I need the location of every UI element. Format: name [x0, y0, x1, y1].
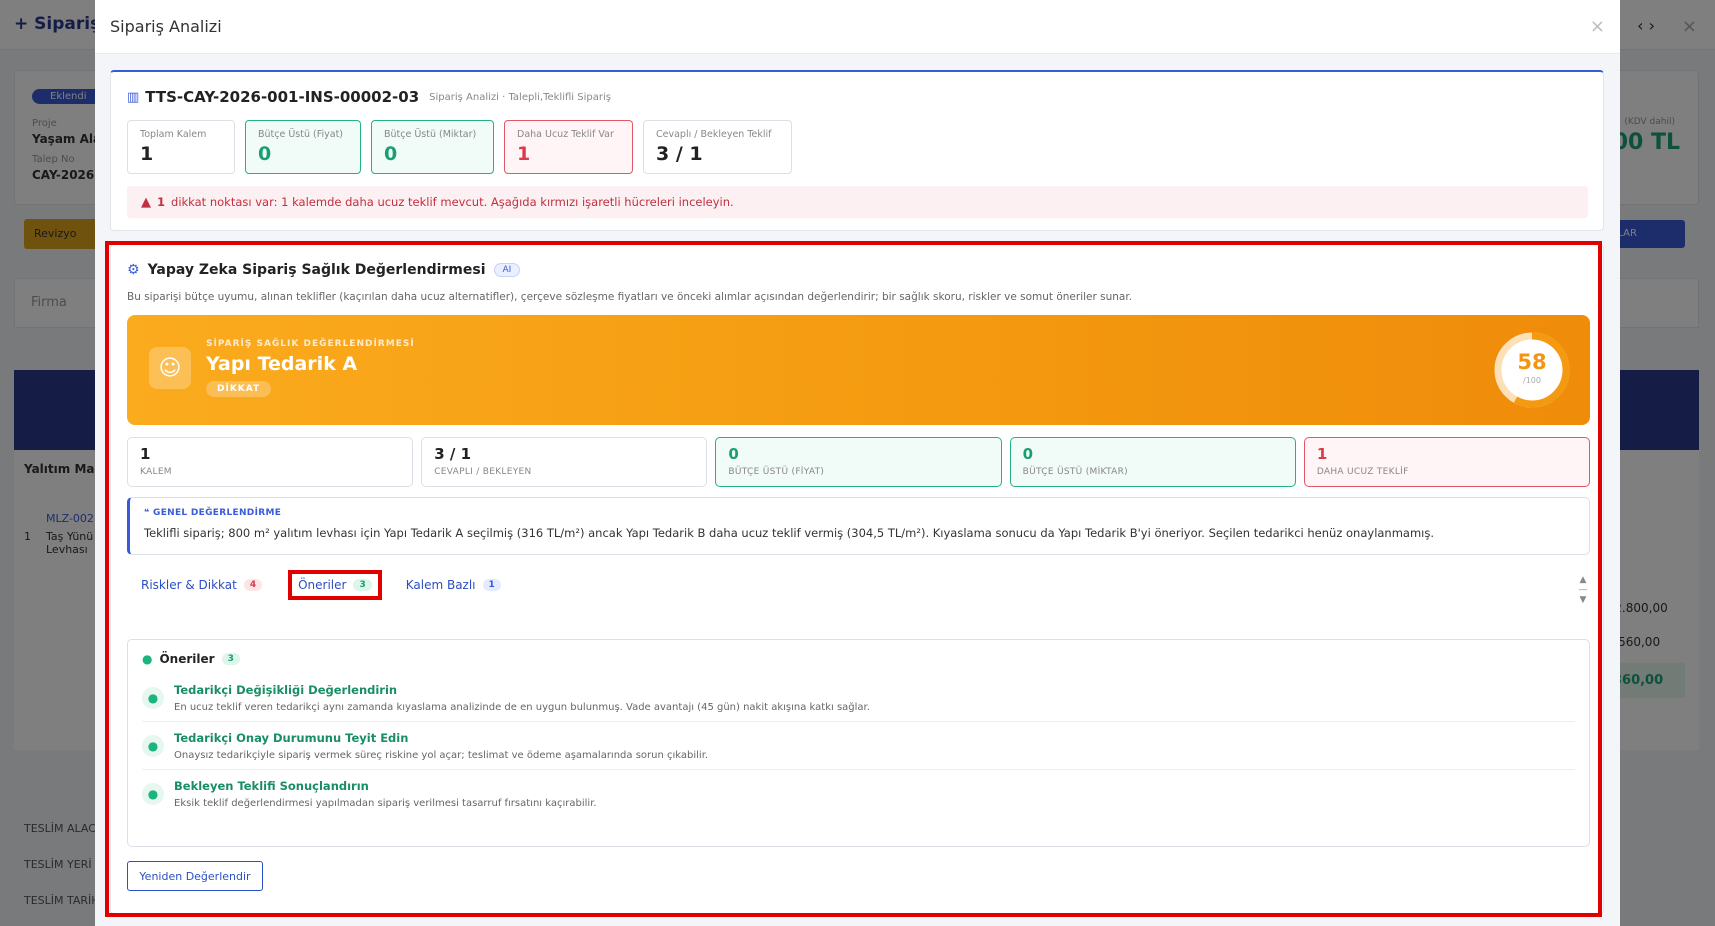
ai-description: Bu siparişi bütçe uyumu, alınan teklifle… [127, 291, 1133, 303]
score-max: /100 [1523, 376, 1541, 385]
kpi-value: 0 [258, 143, 272, 165]
tab-risks[interactable]: Riskler & Dikkat 4 [127, 570, 276, 600]
scroll-up-icon[interactable]: ▲ [1577, 575, 1589, 585]
kpi-label: Bütçe Üstü (Fiyat) [258, 129, 344, 140]
ai-title-row: ⚙ Yapay Zeka Sipariş Sağlık Değerlendirm… [127, 262, 521, 278]
recommendation-title: Bekleyen Teklifi Sonuçlandırın [174, 779, 369, 793]
stat-label: BÜTÇE ÜSTÜ (FİYAT) [728, 467, 825, 477]
order-summary-card: ▥ TTS-CAY-2026-001-INS-00002-03 Sipariş … [110, 70, 1604, 231]
kpi-label: Daha Ucuz Teklif Var [517, 129, 614, 140]
stat-over-budget-price: 0 BÜTÇE ÜSTÜ (FİYAT) [715, 437, 1002, 487]
kpi-value: 3 / 1 [656, 143, 703, 165]
stat-value: 1 [1316, 445, 1328, 463]
stat-label: KALEM [140, 467, 172, 477]
banner-supplier: Yapı Tedarik A [206, 353, 358, 375]
list-item: ● Tedarikçi Onay Durumunu Teyit Edin Ona… [142, 722, 1575, 770]
modal-header: Sipariş Analizi × [95, 0, 1620, 54]
banner-kicker: SİPARİŞ SAĞLIK DEĞERLENDİRMESİ [206, 339, 415, 349]
kpi-value: 1 [517, 143, 531, 165]
tab-count: 4 [243, 579, 263, 591]
overall-label: ❝ GENEL DEĞERLENDİRME [144, 508, 1575, 518]
lightbulb-icon: ● [142, 652, 153, 666]
order-title-row: ▥ TTS-CAY-2026-001-INS-00002-03 Sipariş … [127, 88, 611, 106]
order-code: TTS-CAY-2026-001-INS-00002-03 [145, 88, 420, 106]
recommendation-desc: Onaysız tedarikçiyle sipariş vermek süre… [174, 750, 709, 761]
recommendation-title: Tedarikçi Değişikliği Değerlendirin [174, 683, 398, 697]
scroll-arrows[interactable]: ▲ — ▼ [1577, 575, 1589, 605]
stat-value: 0 [1022, 445, 1034, 463]
list-item: ● Bekleyen Teklifi Sonuçlandırın Eksik t… [142, 770, 1575, 817]
ai-badge: AI [493, 263, 521, 277]
recommendation-desc: Eksik teklif değerlendirmesi yapılmadan … [174, 798, 597, 809]
modal-title: Sipariş Analizi [110, 17, 222, 36]
stat-label: DAHA UCUZ TEKLİF [1316, 467, 1409, 477]
stat-over-budget-qty: 0 BÜTÇE ÜSTÜ (MİKTAR) [1009, 437, 1296, 487]
overall-label-text: GENEL DEĞERLENDİRME [153, 508, 282, 518]
recommendations-panel: ● Öneriler 3 ● Tedarikçi Değişikliği Değ… [127, 639, 1590, 847]
order-analysis-modal: Sipariş Analizi × ▥ TTS-CAY-2026-001-INS… [95, 0, 1620, 926]
kpi-label: Toplam Kalem [140, 129, 207, 140]
tab-label: Riskler & Dikkat [141, 578, 237, 592]
stat-items: 1 KALEM [127, 437, 414, 487]
lightbulb-icon: ● [142, 687, 164, 709]
kpi-answered-pending: Cevaplı / Bekleyen Teklif 3 / 1 [643, 120, 792, 174]
kpi-total-items: Toplam Kalem 1 [127, 120, 235, 174]
ai-tabs: Riskler & Dikkat 4 Öneriler 3 Kalem Bazl… [127, 570, 515, 600]
kpi-over-budget-qty: Bütçe Üstü (Miktar) 0 [371, 120, 494, 174]
tab-label: Öneriler [298, 578, 347, 592]
recommendations-count: 3 [221, 653, 240, 665]
overall-text: Teklifli sipariş; 800 m² yalıtım levhası… [144, 526, 1435, 540]
tab-recommendations[interactable]: Öneriler 3 [288, 570, 382, 600]
health-banner: ☺ SİPARİŞ SAĞLIK DEĞERLENDİRMESİ Yapı Te… [127, 315, 1590, 425]
tab-item-based[interactable]: Kalem Bazlı 1 [392, 570, 515, 600]
recommendation-list: ● Tedarikçi Değişikliği Değerlendirin En… [142, 674, 1575, 817]
kpi-over-budget-price: Bütçe Üstü (Fiyat) 0 [245, 120, 361, 174]
alert-count: 1 [157, 195, 166, 209]
alert-text: dikkat noktası var: 1 kalemde daha ucuz … [171, 195, 734, 209]
kpi-label: Cevaplı / Bekleyen Teklif [656, 129, 772, 140]
ai-stats: 1 KALEM 3 / 1 CEVAPLI / BEKLEYEN 0 BÜTÇE… [127, 437, 1591, 487]
quote-icon: ❝ [144, 508, 154, 518]
recommendation-desc: En ucuz teklif veren tedarikçi aynı zama… [174, 702, 870, 713]
stat-value: 3 / 1 [434, 445, 471, 463]
recommendation-title: Tedarikçi Onay Durumunu Teyit Edin [174, 731, 409, 745]
stat-answered-pending: 3 / 1 CEVAPLI / BEKLEYEN [421, 437, 708, 487]
list-item: ● Tedarikçi Değişikliği Değerlendirin En… [142, 674, 1575, 722]
scroll-divider: — [1578, 585, 1588, 595]
chart-icon: ▥ [127, 89, 140, 105]
close-icon[interactable]: × [1590, 16, 1605, 37]
stat-value: 0 [728, 445, 739, 463]
kpi-value: 1 [140, 143, 154, 165]
banner-status-badge: DİKKAT [206, 381, 272, 397]
kpi-cheaper-offer: Daha Ucuz Teklif Var 1 [504, 120, 633, 174]
stat-label: BÜTÇE ÜSTÜ (MİKTAR) [1022, 467, 1128, 477]
order-kpis: Toplam Kalem 1 Bütçe Üstü (Fiyat) 0 Bütç… [127, 120, 792, 174]
order-subtitle: Sipariş Analizi · Talepli,Teklifli Sipar… [429, 91, 611, 103]
recommendations-header: ● Öneriler 3 [142, 652, 1575, 666]
kpi-label: Bütçe Üstü (Miktar) [384, 129, 477, 140]
warning-alert: ▲ 1 dikkat noktası var: 1 kalemde daha u… [127, 186, 1588, 218]
robot-icon: ⚙ [127, 262, 140, 278]
modal-body: ▥ TTS-CAY-2026-001-INS-00002-03 Sipariş … [95, 54, 1620, 926]
tab-count: 1 [482, 579, 501, 591]
robot-icon: ☺ [149, 347, 191, 389]
lightbulb-icon: ● [142, 783, 164, 805]
stat-value: 1 [140, 445, 151, 463]
reevaluate-button[interactable]: Yeniden Değerlendir [127, 861, 263, 891]
stat-cheaper-offer: 1 DAHA UCUZ TEKLİF [1303, 437, 1591, 487]
tab-label: Kalem Bazlı [405, 578, 476, 592]
score-gauge: 58 /100 [1492, 330, 1572, 410]
lightbulb-icon: ● [142, 735, 164, 757]
stat-label: CEVAPLI / BEKLEYEN [434, 467, 532, 477]
warning-icon: ▲ [141, 194, 151, 210]
score-value: 58 [1517, 350, 1547, 374]
scroll-down-icon[interactable]: ▼ [1577, 595, 1589, 605]
ai-health-card: ⚙ Yapay Zeka Sipariş Sağlık Değerlendirm… [110, 244, 1604, 914]
recommendations-title: Öneriler [159, 652, 215, 666]
ai-title: Yapay Zeka Sipariş Sağlık Değerlendirmes… [147, 262, 486, 278]
overall-evaluation: ❝ GENEL DEĞERLENDİRME Teklifli sipariş; … [127, 497, 1590, 555]
tab-count: 3 [353, 579, 372, 591]
kpi-value: 0 [384, 143, 398, 165]
